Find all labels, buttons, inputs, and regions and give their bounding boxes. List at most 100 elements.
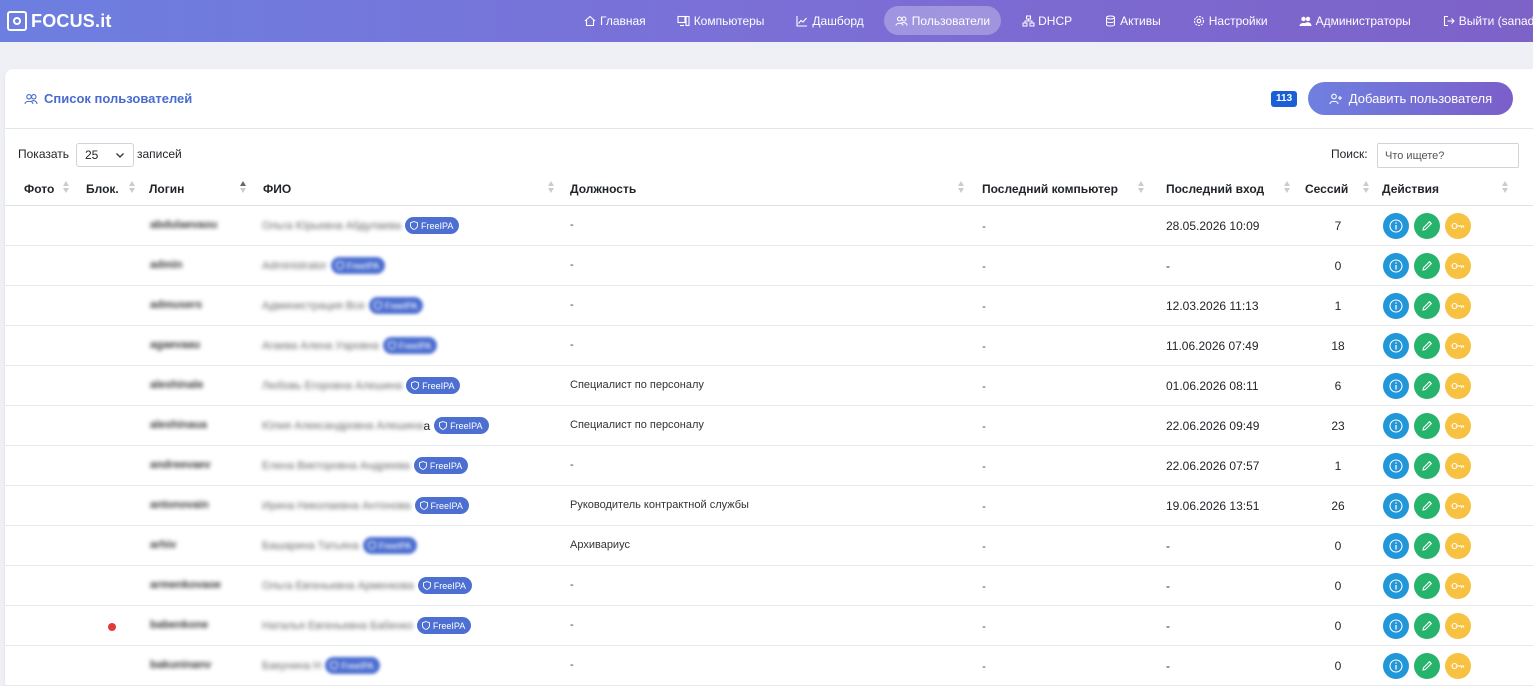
nav-item-users[interactable]: Пользователи bbox=[883, 6, 1002, 35]
password-button[interactable] bbox=[1445, 573, 1471, 599]
pencil-icon bbox=[1422, 540, 1433, 551]
sort-icon[interactable] bbox=[1363, 181, 1369, 195]
freeipa-badge: FreeIPA bbox=[414, 497, 469, 514]
nav-item-settings[interactable]: Настройки bbox=[1181, 6, 1279, 35]
info-button[interactable] bbox=[1383, 373, 1409, 399]
edit-button[interactable] bbox=[1414, 453, 1440, 479]
nav-item-dashboard[interactable]: Дашборд bbox=[784, 6, 874, 35]
sort-icon[interactable] bbox=[1502, 181, 1508, 195]
column-last-login[interactable]: Последний вход bbox=[1166, 182, 1264, 196]
edit-button[interactable] bbox=[1414, 573, 1440, 599]
page-size-select[interactable]: 25 bbox=[76, 143, 134, 167]
info-button[interactable] bbox=[1383, 413, 1409, 439]
column-photo[interactable]: Фото bbox=[24, 182, 54, 196]
password-button[interactable] bbox=[1445, 653, 1471, 679]
edit-button[interactable] bbox=[1414, 413, 1440, 439]
info-icon bbox=[1389, 539, 1403, 553]
column-sessions[interactable]: Сессий bbox=[1305, 182, 1348, 196]
edit-button[interactable] bbox=[1414, 253, 1440, 279]
nav-item-assets[interactable]: Активы bbox=[1092, 6, 1172, 35]
user-login[interactable]: armenkovaoe bbox=[150, 579, 221, 591]
edit-button[interactable] bbox=[1414, 293, 1440, 319]
info-button[interactable] bbox=[1383, 613, 1409, 639]
user-login[interactable]: agaevaau bbox=[150, 339, 200, 351]
password-button[interactable] bbox=[1445, 293, 1471, 319]
user-login[interactable]: andreevaev bbox=[150, 459, 211, 471]
info-icon bbox=[1389, 339, 1403, 353]
sort-icon[interactable] bbox=[1284, 181, 1290, 195]
nav-item-computers[interactable]: Компьютеры bbox=[666, 6, 776, 35]
user-last-login: - bbox=[1166, 539, 1170, 553]
password-button[interactable] bbox=[1445, 253, 1471, 279]
info-button[interactable] bbox=[1383, 493, 1409, 519]
info-button[interactable] bbox=[1383, 293, 1409, 319]
password-button[interactable] bbox=[1445, 213, 1471, 239]
user-fio: Агаева Алена Уаровна FreeIPA bbox=[262, 337, 438, 354]
sort-icon[interactable] bbox=[548, 181, 554, 195]
user-login[interactable]: abdulaevaou bbox=[150, 219, 217, 231]
column-login[interactable]: Логин bbox=[149, 182, 184, 196]
info-button[interactable] bbox=[1383, 453, 1409, 479]
password-button[interactable] bbox=[1445, 493, 1471, 519]
column-position[interactable]: Должность bbox=[570, 182, 636, 196]
column-blocked[interactable]: Блок. bbox=[86, 182, 119, 196]
password-button[interactable] bbox=[1445, 373, 1471, 399]
user-login[interactable]: bakuninanv bbox=[150, 659, 211, 671]
user-sessions: 18 bbox=[1331, 339, 1345, 353]
user-login[interactable]: babenkone bbox=[150, 619, 208, 631]
user-last-login: - bbox=[1166, 579, 1170, 593]
search-input[interactable] bbox=[1377, 143, 1519, 168]
info-button[interactable] bbox=[1383, 573, 1409, 599]
info-button[interactable] bbox=[1383, 333, 1409, 359]
edit-button[interactable] bbox=[1414, 333, 1440, 359]
brand-logo[interactable]: FOCUS.it bbox=[7, 11, 112, 32]
column-last-computer[interactable]: Последний компьютер bbox=[982, 182, 1118, 196]
edit-button[interactable] bbox=[1414, 373, 1440, 399]
user-fio-name: Administrator bbox=[262, 259, 327, 272]
table-row: arhiv Башарина Татьяна FreeIPA Архивариу… bbox=[5, 526, 1533, 566]
column-fio[interactable]: ФИО bbox=[263, 182, 291, 196]
user-login[interactable]: aleshinale bbox=[150, 379, 203, 391]
row-actions bbox=[1383, 653, 1476, 679]
pencil-icon bbox=[1422, 620, 1433, 631]
password-button[interactable] bbox=[1445, 533, 1471, 559]
shield-icon bbox=[387, 341, 396, 350]
user-login[interactable]: arhiv bbox=[150, 539, 176, 551]
freeipa-badge: FreeIPA bbox=[362, 537, 418, 554]
edit-button[interactable] bbox=[1414, 653, 1440, 679]
info-button[interactable] bbox=[1383, 533, 1409, 559]
nav-item-logout[interactable]: Выйти (sanadmin) bbox=[1431, 6, 1533, 35]
nav-item-admins[interactable]: Администраторы bbox=[1288, 6, 1422, 35]
freeipa-label: FreeIPA bbox=[422, 380, 455, 391]
user-login[interactable]: antonovain bbox=[150, 499, 209, 511]
user-login[interactable]: admin bbox=[150, 259, 182, 271]
info-button[interactable] bbox=[1383, 213, 1409, 239]
password-button[interactable] bbox=[1445, 453, 1471, 479]
edit-button[interactable] bbox=[1414, 493, 1440, 519]
sort-icon[interactable] bbox=[1138, 181, 1144, 195]
edit-button[interactable] bbox=[1414, 213, 1440, 239]
user-fio-name: Ольга Евгеньевна Арменкова bbox=[262, 579, 414, 592]
user-position: Руководитель контрактной службы bbox=[570, 499, 749, 511]
nav-item-home[interactable]: Главная bbox=[572, 6, 657, 35]
sort-icon[interactable] bbox=[129, 181, 135, 195]
table-row: bakuninanv Бакунина Н FreeIPA - - - 0 bbox=[5, 646, 1533, 686]
sort-icon[interactable] bbox=[958, 181, 964, 195]
user-last-computer: - bbox=[982, 499, 986, 513]
edit-button[interactable] bbox=[1414, 613, 1440, 639]
sort-icon[interactable] bbox=[63, 181, 69, 195]
row-actions bbox=[1383, 413, 1476, 439]
sort-asc-icon[interactable] bbox=[240, 181, 246, 195]
password-button[interactable] bbox=[1445, 413, 1471, 439]
key-icon bbox=[1451, 662, 1465, 670]
edit-button[interactable] bbox=[1414, 533, 1440, 559]
password-button[interactable] bbox=[1445, 613, 1471, 639]
nav-item-dhcp[interactable]: DHCP bbox=[1010, 6, 1083, 35]
add-user-button[interactable]: Добавить пользователя bbox=[1308, 82, 1513, 115]
password-button[interactable] bbox=[1445, 333, 1471, 359]
info-button[interactable] bbox=[1383, 653, 1409, 679]
freeipa-label: FreeIPA bbox=[433, 580, 467, 591]
user-login[interactable]: aleshinaua bbox=[150, 419, 207, 431]
info-button[interactable] bbox=[1383, 253, 1409, 279]
user-login[interactable]: admusers bbox=[150, 299, 202, 311]
